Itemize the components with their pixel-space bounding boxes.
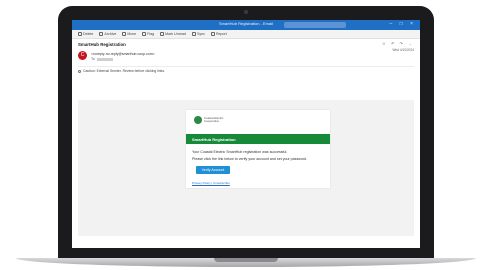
recipient-redacted — [96, 57, 113, 61]
email-body: Coastal Electric Cooperative SmartHub Re… — [78, 100, 414, 236]
email-date: Wed 4/10/2024 — [392, 48, 414, 52]
toolbar-label: Sync — [196, 32, 205, 36]
search-input[interactable] — [284, 22, 346, 28]
message-banner: SmartHub Registration — [186, 134, 330, 144]
laptop-notch — [214, 258, 278, 262]
sync-button[interactable]: Sync — [191, 32, 205, 36]
window-controls[interactable]: – □ × — [390, 21, 417, 27]
window-title: SmartHub Registration - Email — [218, 21, 274, 26]
brand-name: Coastal Electric Cooperative — [204, 116, 224, 123]
delete-button[interactable]: Delete — [78, 32, 93, 36]
header-action-icons[interactable]: ☺ ↶ ↷ → — [382, 41, 414, 46]
flag-icon — [142, 32, 147, 36]
flag-button[interactable]: Flag — [142, 32, 154, 36]
toolbar-label: Report — [215, 32, 227, 36]
envelope-icon — [160, 32, 165, 36]
to-label: To — [91, 57, 95, 61]
move-button[interactable]: Move — [122, 32, 136, 36]
toolbar-label: Move — [127, 32, 137, 36]
message-line-1: Your Coastal Electric SmartHub registrat… — [192, 150, 288, 154]
email-toolbar: Delete Archive Move Flag Mark Unread Syn… — [72, 30, 420, 39]
window-titlebar: SmartHub Registration - Email – □ × — [72, 20, 420, 30]
sender-address[interactable]: <noreply-no-reply@smarthub.coop.com> — [91, 52, 155, 56]
info-icon — [78, 69, 81, 73]
message-line-2: Please click the link below to verify yo… — [192, 157, 308, 161]
toolbar-label: Archive — [104, 32, 117, 36]
trash-icon — [78, 32, 82, 36]
external-sender-warning: Caution: External Sender. Review before … — [78, 66, 414, 73]
email-header: SmartHub Registration C <noreply-no-repl… — [72, 39, 420, 77]
report-icon — [210, 32, 215, 36]
sync-icon — [191, 32, 196, 36]
laptop-screen: SmartHub Registration - Email – □ × Dele… — [72, 20, 420, 248]
brand-logo: Coastal Electric Cooperative — [194, 116, 228, 124]
footer-links[interactable]: Privacy Policy | Unsubscribe — [192, 181, 230, 185]
avatar: C — [78, 51, 87, 60]
logo-icon — [194, 116, 202, 124]
to-line: To — [91, 57, 113, 61]
archive-button[interactable]: Archive — [99, 32, 116, 36]
report-button[interactable]: Report — [210, 32, 227, 36]
verify-account-button[interactable]: Verify Account — [196, 166, 230, 174]
folder-icon — [122, 32, 127, 36]
toolbar-label: Delete — [83, 32, 94, 36]
mark-unread-button[interactable]: Mark Unread — [160, 32, 186, 36]
message-card: Coastal Electric Cooperative SmartHub Re… — [186, 110, 330, 188]
toolbar-label: Mark Unread — [165, 32, 186, 36]
warning-text: Caution: External Sender. Review before … — [83, 69, 165, 73]
archive-icon — [99, 32, 104, 36]
toolbar-label: Flag — [147, 32, 155, 36]
camera-icon — [244, 10, 248, 14]
email-subject: SmartHub Registration — [78, 42, 126, 47]
